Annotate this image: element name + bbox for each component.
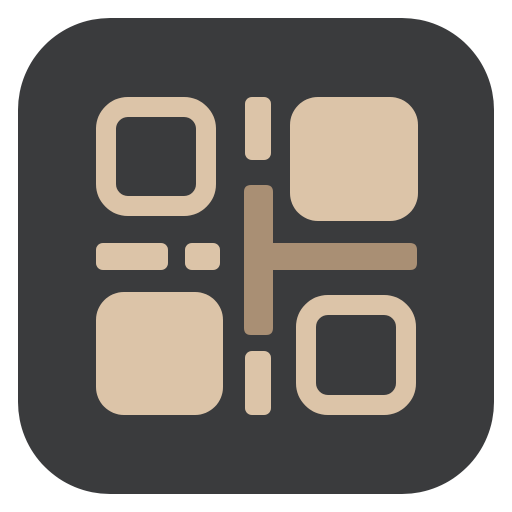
module-bottom-center xyxy=(245,351,271,415)
module-left-bar xyxy=(96,243,168,270)
finder-bottom-left-block xyxy=(96,292,223,415)
qr-code-icon xyxy=(18,18,494,494)
finder-top-right-block xyxy=(290,97,418,221)
app-icon-canvas xyxy=(0,0,512,512)
module-small-square xyxy=(185,243,220,270)
module-top-center xyxy=(245,97,271,160)
